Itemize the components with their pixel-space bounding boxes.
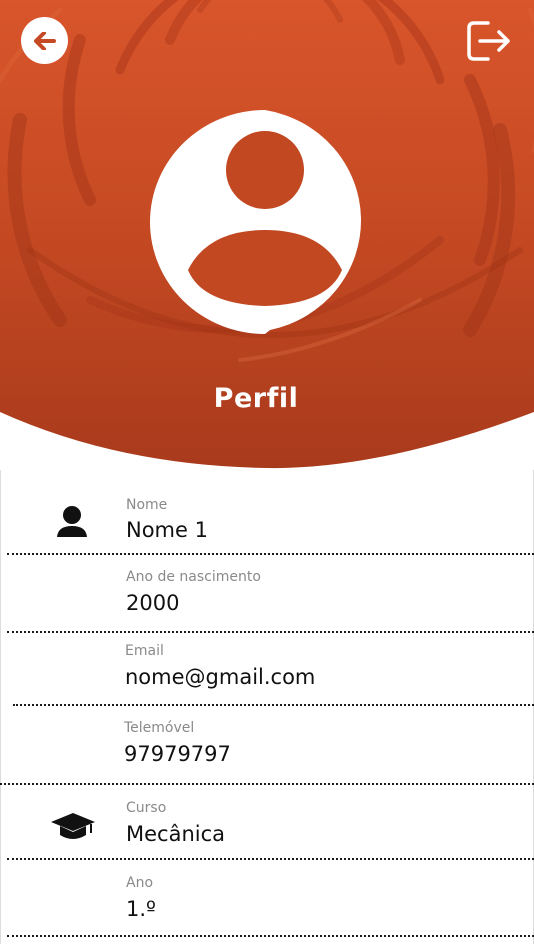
field-label: Telemóvel: [124, 720, 195, 736]
field-curso[interactable]: Curso Mecânica: [0, 793, 534, 859]
field-label: Nome: [126, 497, 168, 513]
divider: [13, 704, 534, 706]
field-value: 1.º: [126, 897, 156, 921]
field-value: 2000: [126, 591, 180, 615]
graduation-cap-icon: [51, 813, 95, 839]
field-value: nome@gmail.com: [125, 665, 316, 689]
divider: [0, 783, 534, 785]
profile-screen: Perfil Nome Nome 1 Ano de nascimento 200…: [0, 0, 534, 944]
field-value: Nome 1: [126, 518, 208, 542]
logout-icon: [467, 21, 510, 61]
person-icon: [57, 506, 87, 537]
field-email[interactable]: Email nome@gmail.com: [0, 636, 534, 702]
field-label: Ano: [126, 875, 154, 891]
back-button[interactable]: [21, 17, 68, 64]
divider: [7, 935, 534, 937]
field-label: Ano de nascimento: [126, 569, 261, 585]
arrow-left-icon: [33, 31, 56, 50]
field-label: Email: [125, 643, 164, 659]
profile-header: Perfil: [0, 0, 534, 470]
field-ano[interactable]: Ano 1.º: [0, 868, 534, 934]
field-ano-nascimento[interactable]: Ano de nascimento 2000: [0, 562, 534, 628]
field-telemovel[interactable]: Telemóvel 97979797: [0, 713, 534, 779]
divider: [7, 553, 534, 555]
field-value: Mecânica: [126, 822, 226, 846]
field-label: Curso: [126, 800, 167, 816]
user-avatar-icon: [150, 110, 362, 334]
divider: [7, 631, 534, 633]
logout-button[interactable]: [464, 17, 512, 65]
page-title: Perfil: [213, 383, 299, 414]
field-value: 97979797: [124, 742, 231, 766]
field-nome[interactable]: Nome Nome 1: [0, 490, 534, 556]
divider: [7, 858, 534, 860]
